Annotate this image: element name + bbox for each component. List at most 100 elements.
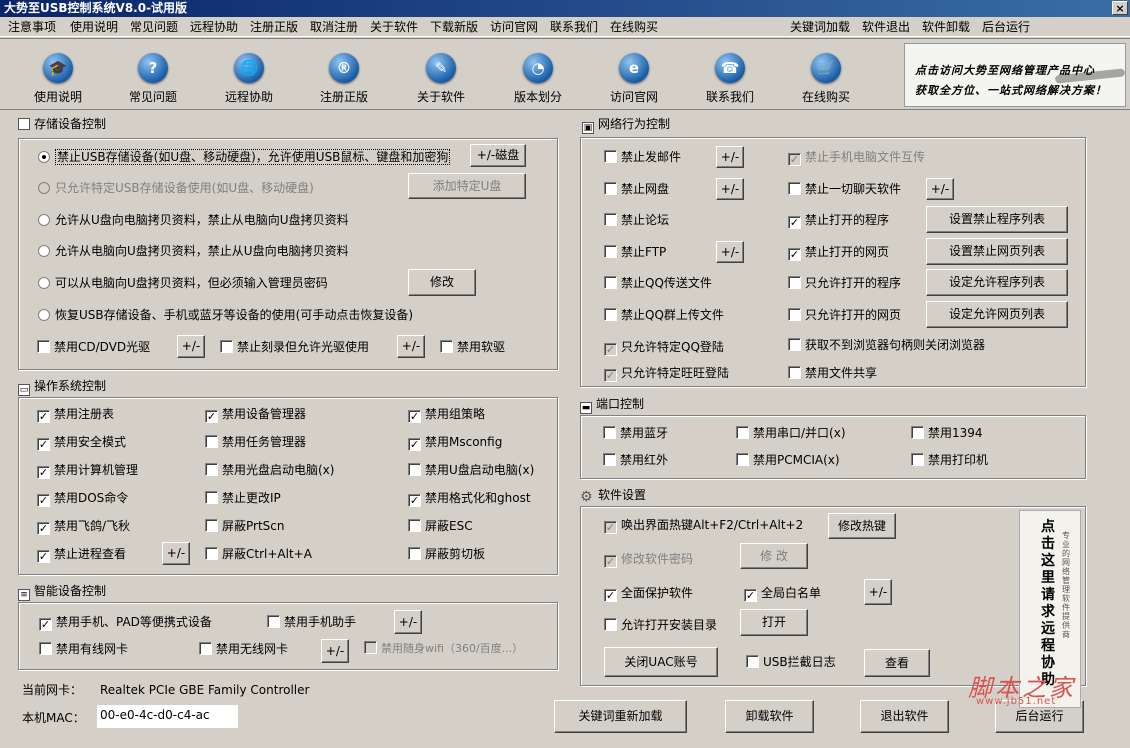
toolbar-contact-button[interactable]: ☎ 联系我们 [690, 53, 770, 107]
allow-install-dir-checkbox[interactable]: 允许打开安装目录 [604, 617, 717, 633]
whitelist-plus-minus-button[interactable]: +/- [864, 579, 892, 605]
os-checkbox[interactable]: ✓ 禁用注册表 [37, 406, 114, 423]
storage-option-password[interactable]: 可以从电脑向U盘拷贝资料，但必须输入管理员密码 [38, 275, 328, 291]
wireless-plus-minus-button[interactable]: +/- [321, 639, 349, 663]
port-checkbox[interactable]: 禁用蓝牙 [603, 425, 668, 441]
os-checkbox[interactable]: ✓ 禁用DOS命令 [37, 490, 128, 507]
net-checkbox[interactable]: ✓ 禁止打开的网页 [788, 244, 889, 261]
net-checkbox[interactable]: 禁止QQ群上传文件 [604, 307, 724, 323]
set-forbidden-pages-button[interactable]: 设置禁止网页列表 [926, 238, 1068, 265]
os-checkbox[interactable]: 屏蔽ESC [408, 518, 473, 534]
toolbar-buy-button[interactable]: 🛒 在线购买 [786, 53, 866, 107]
port-checkbox[interactable]: 禁用打印机 [911, 452, 988, 468]
menu-uninstall[interactable]: 软件卸载 [922, 19, 970, 35]
storage-option-block-usb[interactable]: 禁止USB存储设备(如U盘、移动硬盘)，允许使用USB鼠标、键盘和加密狗 [38, 149, 451, 165]
os-checkbox[interactable]: ✓ 禁止进程查看 [37, 546, 126, 563]
os-checkbox[interactable]: ✓ 禁用飞鸽/飞秋 [37, 518, 130, 535]
os-checkbox[interactable]: ✓ 禁用计算机管理 [37, 462, 138, 479]
net-checkbox[interactable]: 获取不到浏览器句柄则关闭浏览器 [788, 337, 985, 353]
os-checkbox[interactable]: 禁用U盘启动电脑(x) [408, 462, 534, 478]
storage-option-udisk-to-pc[interactable]: 允许从U盘向电脑拷贝资料，禁止从电脑向U盘拷贝资料 [38, 212, 349, 228]
os-checkbox[interactable]: ✓ 禁用安全模式 [37, 434, 126, 451]
os-checkbox[interactable]: ✓ 禁用Msconfig [408, 434, 502, 451]
os-checkbox[interactable]: 屏蔽Ctrl+Alt+A [205, 546, 312, 562]
netdisk-plus-minus-button[interactable]: +/- [716, 178, 744, 200]
port-checkbox[interactable]: 禁用PCMCIA(x) [736, 452, 840, 468]
net-checkbox[interactable]: 禁止FTP [604, 244, 666, 260]
menu-website[interactable]: 访问官网 [490, 19, 538, 35]
chat-plus-minus-button[interactable]: +/- [926, 178, 954, 200]
wireless-nic-checkbox[interactable]: 禁用无线网卡 [199, 641, 288, 657]
menu-exit[interactable]: 软件退出 [862, 19, 910, 35]
product-center-banner[interactable]: 点击访问大势至网络管理产品中心 获取全方位、一站式网络解决方案！ [904, 43, 1126, 107]
os-checkbox[interactable]: ✓ 禁用设备管理器 [205, 406, 306, 423]
net-checkbox[interactable]: 只允许打开的程序 [788, 275, 901, 291]
close-window-button[interactable]: × [1112, 1, 1128, 15]
process-plus-minus-button[interactable]: +/- [162, 542, 190, 565]
net-checkbox[interactable]: 禁用文件共享 [788, 365, 877, 381]
cd-plus-minus-button[interactable]: +/- [177, 335, 205, 358]
os-checkbox[interactable]: 屏蔽PrtScn [205, 518, 285, 534]
uninstall-button[interactable]: 卸载软件 [725, 700, 814, 733]
os-checkbox[interactable]: ✓ 禁用格式化和ghost [408, 490, 531, 507]
protect-software-checkbox[interactable]: ✓ 全面保护软件 [604, 585, 693, 602]
toolbar-manual-button[interactable]: 🎓 使用说明 [18, 53, 98, 107]
menu-manual[interactable]: 使用说明 [70, 19, 118, 35]
port-checkbox[interactable]: 禁用串口/并口(x) [736, 425, 846, 441]
menu-unregister[interactable]: 取消注册 [310, 19, 358, 35]
os-checkbox[interactable]: 禁止更改IP [205, 490, 281, 506]
os-checkbox[interactable]: 禁用光盘启动电脑(x) [205, 462, 334, 478]
mobile-plus-minus-button[interactable]: +/- [394, 610, 422, 634]
mobile-checkbox[interactable]: ✓ 禁用手机、PAD等便携式设备 [39, 614, 212, 631]
burn-plus-minus-button[interactable]: +/- [397, 335, 425, 358]
toolbar-faq-button[interactable]: ? 常见问题 [113, 53, 193, 107]
os-checkbox[interactable]: ✓ 禁用组策略 [408, 406, 485, 423]
modify-hotkey-button[interactable]: 修改热键 [828, 513, 896, 539]
net-checkbox[interactable]: 禁止一切聊天软件 [788, 181, 901, 197]
menu-faq[interactable]: 常见问题 [130, 19, 178, 35]
os-checkbox[interactable]: 屏蔽剪切板 [408, 546, 485, 562]
menu-contact[interactable]: 联系我们 [550, 19, 598, 35]
cd-dvd-checkbox[interactable]: 禁用CD/DVD光驱 [37, 339, 150, 355]
set-forbidden-programs-button[interactable]: 设置禁止程序列表 [926, 206, 1068, 233]
menu-remote[interactable]: 远程协助 [190, 19, 238, 35]
net-checkbox[interactable]: 禁止发邮件 [604, 149, 681, 165]
burn-checkbox[interactable]: 禁止刻录但允许光驱使用 [220, 339, 369, 355]
menu-background[interactable]: 后台运行 [982, 19, 1030, 35]
set-allowed-programs-button[interactable]: 设定允许程序列表 [926, 269, 1068, 296]
toolbar-about-button[interactable]: ✎ 关于软件 [401, 53, 481, 107]
menu-buy[interactable]: 在线购买 [610, 19, 658, 35]
toolbar-register-button[interactable]: ® 注册正版 [304, 53, 384, 107]
close-uac-button[interactable]: 关闭UAC账号 [604, 647, 718, 677]
set-allowed-pages-button[interactable]: 设定允许网页列表 [926, 301, 1068, 328]
global-whitelist-checkbox[interactable]: ✓ 全局白名单 [744, 585, 821, 602]
menu-register[interactable]: 注册正版 [250, 19, 298, 35]
toolbar-website-button[interactable]: e 访问官网 [594, 53, 674, 107]
phone-helper-checkbox[interactable]: 禁用手机助手 [267, 614, 356, 630]
plus-minus-disk-button[interactable]: +/-磁盘 [470, 144, 526, 167]
menu-notes[interactable]: 注意事项 [8, 19, 56, 35]
mail-plus-minus-button[interactable]: +/- [716, 146, 744, 168]
os-checkbox[interactable]: 禁用任务管理器 [205, 434, 306, 450]
menu-download[interactable]: 下载新版 [430, 19, 478, 35]
toolbar-remote-button[interactable]: 🌐 远程协助 [209, 53, 289, 107]
net-checkbox[interactable]: 禁止论坛 [604, 212, 669, 228]
port-checkbox[interactable]: 禁用1394 [911, 425, 983, 441]
modify-password-button[interactable]: 修改 [408, 269, 476, 296]
menu-keyword-load[interactable]: 关键词加载 [790, 19, 850, 35]
storage-option-restore[interactable]: 恢复USB存储设备、手机或蓝牙等设备的使用(可手动点击恢复设备) [38, 307, 413, 323]
net-checkbox[interactable]: 禁止QQ传送文件 [604, 275, 712, 291]
view-log-button[interactable]: 查看 [864, 649, 930, 677]
exit-button[interactable]: 退出软件 [860, 700, 949, 733]
open-dir-button[interactable]: 打开 [740, 609, 808, 636]
net-checkbox[interactable]: ✓ 禁止打开的程序 [788, 212, 889, 229]
floppy-checkbox[interactable]: 禁用软驱 [440, 339, 505, 355]
port-checkbox[interactable]: 禁用红外 [603, 452, 668, 468]
toolbar-versions-button[interactable]: ◔ 版本划分 [498, 53, 578, 107]
usb-log-checkbox[interactable]: USB拦截日志 [746, 654, 836, 670]
net-checkbox[interactable]: 禁止网盘 [604, 181, 669, 197]
reload-keywords-button[interactable]: 关键词重新加载 [554, 700, 687, 733]
menu-about[interactable]: 关于软件 [370, 19, 418, 35]
net-checkbox[interactable]: 只允许打开的网页 [788, 307, 901, 323]
storage-option-pc-to-udisk[interactable]: 允许从电脑向U盘拷贝资料，禁止从U盘向电脑拷贝资料 [38, 243, 349, 259]
